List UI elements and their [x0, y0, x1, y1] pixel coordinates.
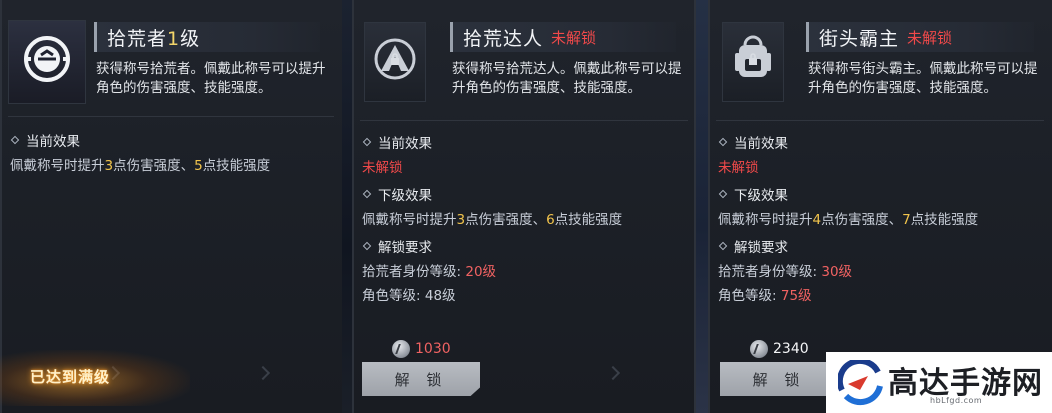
- effect-text: 佩戴称号时提升3点伤害强度、6点技能强度: [362, 212, 623, 228]
- card-description: 获得称号拾荒者。佩戴此称号可以提升角色的伤害强度、技能强度。: [96, 61, 326, 96]
- site-logo-icon: [838, 360, 883, 406]
- card-title-bar: 拾荒达人 未解锁: [450, 22, 676, 52]
- panel-divider: [342, 0, 352, 413]
- panel-divider: [696, 0, 708, 413]
- divider: [8, 116, 334, 117]
- lock-icon: [391, 53, 399, 65]
- max-level-badge: 已达到满级: [30, 368, 111, 386]
- card-title: 街头霸主: [819, 27, 900, 50]
- divider: [360, 120, 688, 121]
- chevron-right-icon: [605, 365, 621, 381]
- card-title: 拾荒者1级: [107, 27, 201, 50]
- next-effect-section: 下级效果 佩戴称号时提升4点伤害强度、7点技能强度: [718, 184, 978, 228]
- locked-tag: 未解锁: [551, 28, 597, 47]
- diamond-bullet-icon: [718, 137, 728, 147]
- divider: [716, 120, 1044, 121]
- effect-text: 佩戴称号时提升3点伤害强度、5点技能强度: [10, 158, 271, 174]
- unlock-requirement-section: 解锁要求 拾荒者身份等级: 20级 角色等级: 48级: [362, 236, 496, 304]
- card-description: 获得称号街头霸主。佩戴此称号可以提升角色的伤害强度、技能强度。: [808, 61, 1038, 96]
- unlock-cost: 1030: [392, 340, 451, 358]
- current-effect-section: 当前效果 佩戴称号时提升3点伤害强度、5点技能强度: [10, 130, 270, 174]
- card-edge: [708, 0, 710, 413]
- unlock-button[interactable]: 解 锁: [362, 362, 480, 396]
- title-card-scavenger: 拾荒者1级 获得称号拾荒者。佩戴此称号可以提升角色的伤害强度、技能强度。 当前效…: [0, 0, 342, 413]
- card-title: 拾荒达人: [463, 27, 544, 50]
- current-effect-section: 当前效果 未解锁: [362, 132, 432, 176]
- locked-tag: 未解锁: [907, 28, 953, 47]
- section-heading: 下级效果: [734, 188, 788, 204]
- card-edge: [352, 0, 354, 413]
- unlock-cost: 2340: [750, 340, 809, 358]
- requirement-role: 角色等级: 75级: [718, 288, 812, 304]
- diamond-bullet-icon: [718, 189, 728, 199]
- silver-coin-icon: [392, 340, 410, 358]
- diamond-bullet-icon: [362, 241, 372, 251]
- lock-icon: [749, 53, 757, 65]
- card-title-bar: 街头霸主 未解锁: [806, 22, 1034, 52]
- effect-text: 佩戴称号时提升4点伤害强度、7点技能强度: [718, 212, 979, 228]
- requirement-identity: 拾荒者身份等级: 30级: [718, 264, 853, 280]
- requirement-role: 角色等级: 48级: [362, 288, 456, 304]
- title-emblem-scavenger-expert: [364, 22, 426, 102]
- section-heading: 下级效果: [378, 188, 432, 204]
- site-watermark: 高达手游网 hbLfgd.com: [826, 352, 1052, 413]
- card-title-bar: 拾荒者1级: [94, 22, 320, 52]
- diamond-bullet-icon: [362, 137, 372, 147]
- card-description: 获得称号拾荒达人。佩戴此称号可以提升角色的伤害强度、技能强度。: [452, 61, 682, 96]
- section-heading: 当前效果: [26, 134, 80, 150]
- section-heading: 解锁要求: [378, 240, 432, 256]
- effect-locked-text: 未解锁: [718, 160, 759, 176]
- current-effect-section: 当前效果 未解锁: [718, 132, 788, 176]
- card-edge: [694, 0, 696, 413]
- title-card-scavenger-expert: 拾荒达人 未解锁 获得称号拾荒达人。佩戴此称号可以提升角色的伤害强度、技能强度。…: [352, 0, 696, 413]
- cost-value: 1030: [415, 341, 451, 357]
- requirement-identity: 拾荒者身份等级: 20级: [362, 264, 497, 280]
- section-heading: 当前效果: [378, 136, 432, 152]
- effect-locked-text: 未解锁: [362, 160, 403, 176]
- silver-coin-icon: [750, 340, 768, 358]
- chevron-right-icon: [255, 365, 271, 381]
- title-emblem-street-boss: [722, 22, 784, 102]
- section-heading: 当前效果: [734, 136, 788, 152]
- next-effect-section: 下级效果 佩戴称号时提升3点伤害强度、6点技能强度: [362, 184, 622, 228]
- title-emblem-scavenger: [8, 20, 86, 104]
- watermark-url: hbLfgd.com: [930, 396, 983, 405]
- scavenger-emblem-icon: [24, 35, 70, 82]
- section-heading: 解锁要求: [734, 240, 788, 256]
- cost-value: 2340: [773, 341, 809, 357]
- diamond-bullet-icon: [718, 241, 728, 251]
- unlock-requirement-section: 解锁要求 拾荒者身份等级: 30级 角色等级: 75级: [718, 236, 852, 304]
- unlock-button[interactable]: 解 锁: [720, 362, 838, 396]
- diamond-bullet-icon: [10, 135, 20, 145]
- diamond-bullet-icon: [362, 189, 372, 199]
